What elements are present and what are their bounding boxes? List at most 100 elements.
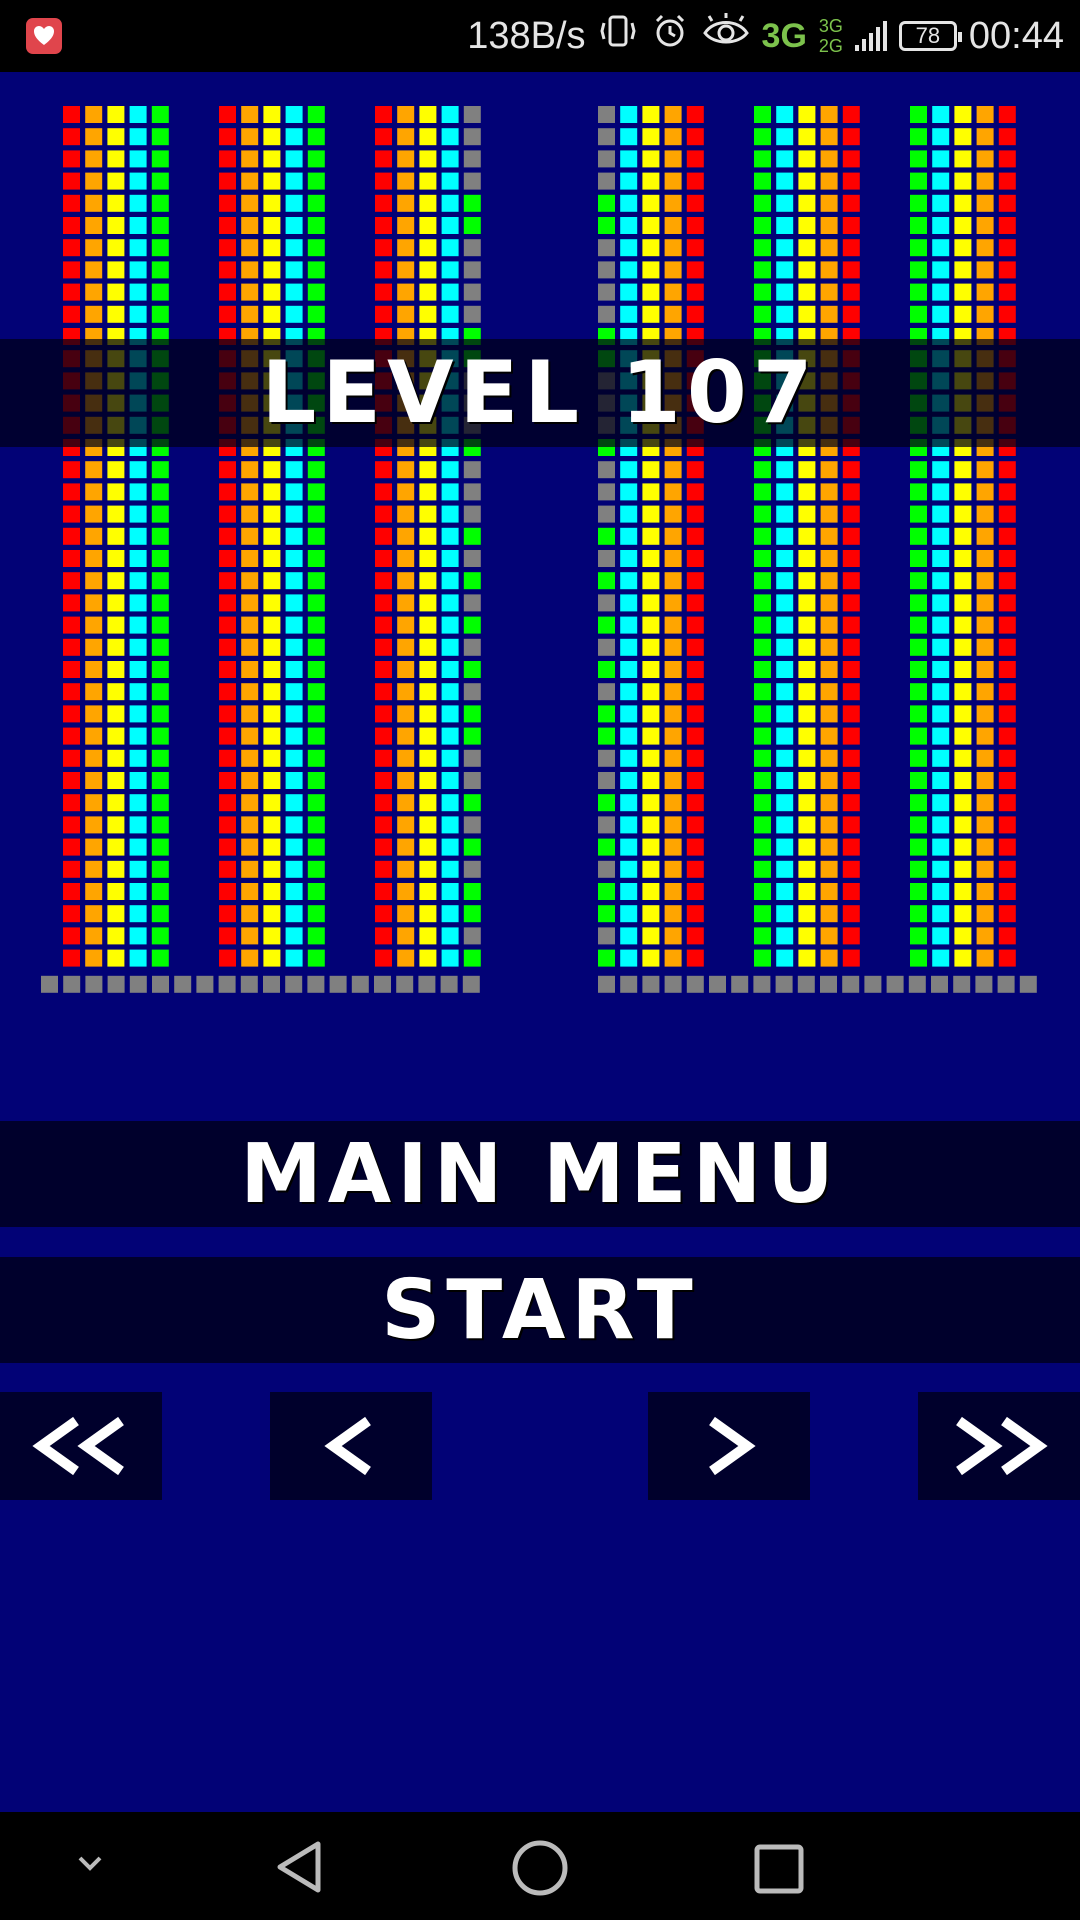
- block: [776, 150, 794, 168]
- block: [620, 683, 638, 701]
- block: [998, 905, 1016, 923]
- block: [820, 949, 838, 967]
- collapse-chevron-icon[interactable]: [72, 1850, 108, 1878]
- block: [419, 128, 437, 146]
- block: [642, 106, 660, 123]
- block: [85, 283, 103, 301]
- floor-block: [107, 975, 125, 993]
- first-level-button[interactable]: [0, 1392, 162, 1500]
- block: [932, 527, 950, 545]
- block: [129, 905, 147, 923]
- block: [285, 794, 303, 812]
- block: [776, 772, 794, 789]
- block: [263, 638, 281, 656]
- block: [129, 838, 147, 856]
- block: [375, 838, 392, 856]
- left-tube-2[interactable]: [219, 106, 325, 967]
- block: [307, 505, 325, 523]
- block: [686, 616, 704, 634]
- block: [107, 661, 125, 678]
- block: [954, 638, 972, 656]
- block: [219, 505, 236, 523]
- block: [63, 239, 80, 257]
- block: [307, 527, 325, 545]
- block: [976, 305, 994, 323]
- block: [129, 194, 147, 212]
- block: [820, 150, 838, 168]
- block: [976, 705, 994, 723]
- block: [598, 527, 615, 545]
- right-tube-1[interactable]: [598, 106, 704, 967]
- next-level-button[interactable]: [648, 1392, 810, 1500]
- block: [63, 772, 80, 789]
- left-tube-3[interactable]: [375, 106, 481, 967]
- block: [263, 527, 281, 545]
- block: [463, 683, 481, 701]
- block: [776, 638, 794, 656]
- block: [129, 172, 147, 190]
- block: [598, 638, 615, 656]
- block: [241, 749, 259, 767]
- block: [397, 550, 415, 567]
- block: [107, 816, 125, 834]
- block: [63, 594, 80, 612]
- block: [263, 661, 281, 678]
- block: [263, 749, 281, 767]
- block: [754, 638, 771, 656]
- chevron-left-icon: [324, 1416, 371, 1476]
- block: [776, 749, 794, 767]
- block: [598, 905, 615, 923]
- block: [307, 305, 325, 323]
- previous-level-button[interactable]: [270, 1392, 432, 1500]
- floor-block: [620, 975, 638, 993]
- block: [798, 927, 816, 945]
- block: [754, 594, 771, 612]
- last-level-button[interactable]: [918, 1392, 1080, 1500]
- start-button[interactable]: START: [0, 1257, 1080, 1363]
- block: [397, 772, 415, 789]
- block: [798, 550, 816, 567]
- back-icon[interactable]: [270, 1838, 328, 1896]
- block: [642, 794, 660, 812]
- block: [375, 705, 392, 723]
- block: [932, 794, 950, 812]
- block: [307, 927, 325, 945]
- block: [151, 683, 169, 701]
- block: [910, 239, 927, 257]
- block: [620, 239, 638, 257]
- block: [285, 194, 303, 212]
- block: [241, 261, 259, 279]
- block: [954, 794, 972, 812]
- recents-icon[interactable]: [752, 1842, 806, 1896]
- block: [241, 616, 259, 634]
- block: [776, 128, 794, 146]
- block: [241, 905, 259, 923]
- main-menu-button[interactable]: MAIN MENU: [0, 1121, 1080, 1227]
- block: [642, 949, 660, 967]
- block: [151, 661, 169, 678]
- block: [642, 883, 660, 900]
- right-tube-3[interactable]: [910, 106, 1016, 967]
- block: [263, 905, 281, 923]
- block: [842, 550, 860, 567]
- block: [910, 816, 927, 834]
- block: [686, 705, 704, 723]
- block: [307, 550, 325, 567]
- block: [910, 150, 927, 168]
- home-icon[interactable]: [510, 1838, 570, 1898]
- block: [620, 550, 638, 567]
- block: [686, 217, 704, 234]
- block: [754, 128, 771, 146]
- block: [375, 461, 392, 479]
- block: [776, 927, 794, 945]
- block: [598, 106, 615, 123]
- block: [397, 217, 415, 234]
- block: [620, 194, 638, 212]
- block: [598, 461, 615, 479]
- block: [998, 283, 1016, 301]
- block: [620, 305, 638, 323]
- block: [463, 949, 481, 967]
- right-tube-2[interactable]: [754, 106, 860, 967]
- left-tube-1[interactable]: [63, 106, 169, 967]
- block: [820, 749, 838, 767]
